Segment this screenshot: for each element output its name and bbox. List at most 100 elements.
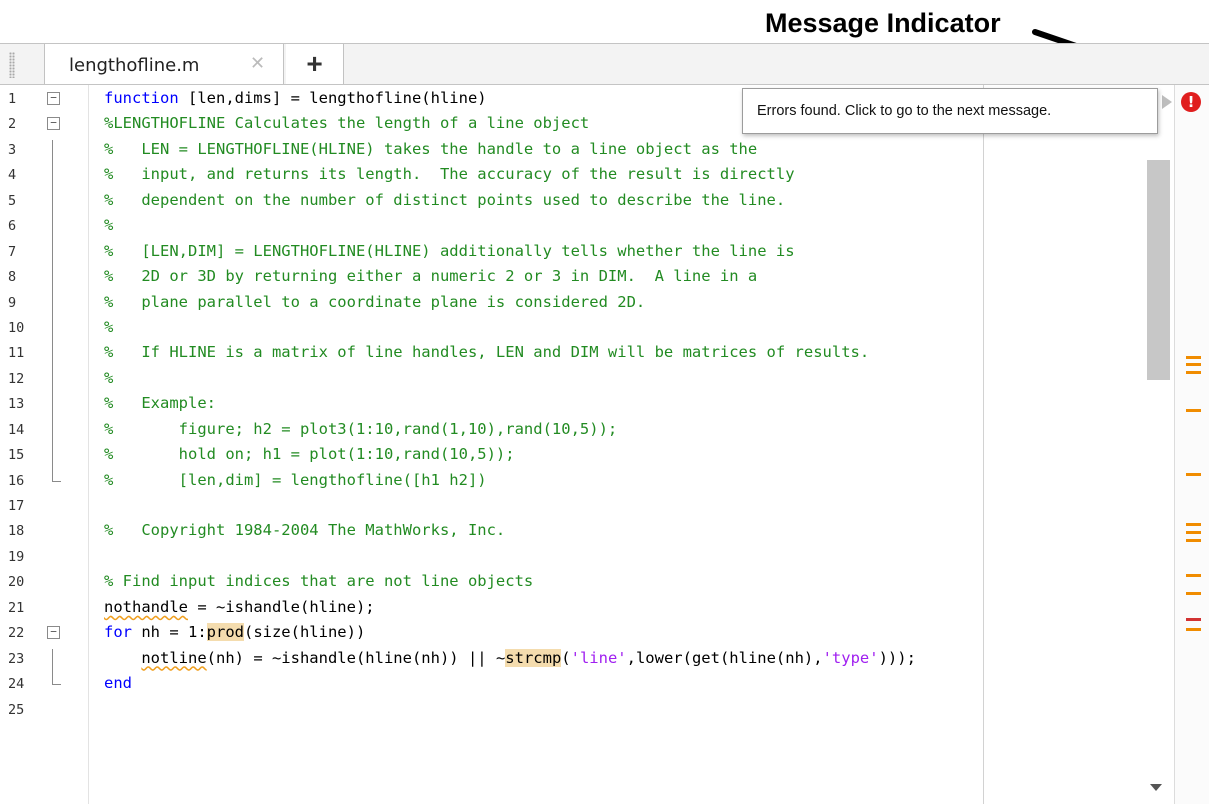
code-text: %	[104, 317, 114, 336]
line-number: 20	[8, 574, 25, 591]
code-line: 14 % figure; h2 = plot3(1:10,rand(1,10),r…	[0, 419, 1140, 446]
code-line: 7 % [LEN,DIM] = LENGTHOFLINE(HLINE) addit…	[0, 241, 1140, 268]
code-token: (	[561, 648, 571, 667]
fold-guide	[52, 419, 53, 446]
code-line: 16 % [len,dim] = lengthofline([h1 h2])	[0, 470, 1140, 496]
line-number: 8	[8, 269, 17, 286]
message-indicator-annotation: Message Indicator	[765, 8, 1001, 38]
editor-tabstrip: lengthofline.m ✕ +	[0, 43, 1209, 86]
fold-guide	[52, 343, 53, 369]
fold-toggle-icon[interactable]: −	[47, 117, 60, 131]
code-text: notline(nh) = ~ishandle(hline(nh)) || ~s…	[104, 648, 916, 667]
code-text: % Copyright 1984-2004 The MathWorks, Inc…	[104, 521, 506, 540]
warning-marker[interactable]	[1186, 523, 1201, 527]
code-token: prod	[206, 623, 244, 642]
warning-marker[interactable]	[1186, 355, 1201, 359]
tabstrip-grip-handle[interactable]	[9, 52, 15, 78]
line-number: 3	[8, 141, 17, 158]
warning-marker[interactable]	[1186, 538, 1201, 542]
line-number: 6	[8, 218, 17, 235]
warning-marker[interactable]	[1186, 592, 1201, 596]
fold-end-marker	[52, 470, 61, 482]
code-text: % dependent on the number of distinct po…	[104, 190, 786, 209]
code-text: % LEN = LENGTHOFLINE(HLINE) takes the ha…	[104, 139, 758, 158]
code-line: 6%	[0, 216, 1140, 242]
error-indicator-icon[interactable]: !	[1181, 92, 1201, 112]
code-token: ,lower(get(hline(nh),	[626, 648, 823, 667]
warning-marker[interactable]	[1186, 531, 1201, 535]
code-line: 25	[0, 700, 1140, 725]
code-line: 20 % Find input indices that are not line…	[0, 572, 1140, 597]
code-line: 5 % dependent on the number of distinct p…	[0, 190, 1140, 217]
warning-marker[interactable]	[1186, 472, 1201, 476]
line-number: 9	[8, 294, 17, 311]
warning-marker[interactable]	[1186, 574, 1201, 578]
line-number: 15	[8, 447, 25, 464]
code-text: end	[104, 674, 132, 693]
fold-guide	[52, 139, 53, 166]
code-token: (size(hline))	[243, 623, 366, 642]
code-token: )));	[878, 648, 916, 667]
code-text: % [LEN,DIM] = LENGTHOFLINE(HLINE) additi…	[104, 241, 795, 260]
fold-guide	[52, 267, 53, 293]
code-token: = ~ishandle(hline);	[188, 597, 375, 616]
scrollbar-thumb[interactable]	[1147, 160, 1170, 380]
code-line: 10%	[0, 317, 1140, 344]
line-number: 14	[8, 421, 25, 438]
line-number: 22	[8, 625, 25, 642]
fold-guide	[52, 445, 53, 471]
code-line: 19	[0, 547, 1140, 572]
code-text: % Example:	[104, 394, 216, 413]
code-text: % Find input indices that are not line o…	[104, 572, 534, 591]
line-number: 25	[8, 701, 25, 718]
code-line: 21 nothandle = ~ishandle(hline);	[0, 598, 1140, 623]
code-line: 12%	[0, 368, 1140, 395]
code-token: nothandle	[104, 597, 188, 616]
fold-guide	[52, 216, 53, 242]
line-number: 13	[8, 396, 25, 413]
code-token: strcmp	[505, 648, 562, 667]
fold-end-marker	[52, 674, 61, 686]
warning-marker[interactable]	[1186, 627, 1201, 631]
code-text: function [len,dims] = lengthofline(hline…	[104, 89, 487, 107]
fold-guide	[52, 292, 53, 318]
code-text: % input, and returns its length. The acc…	[104, 165, 795, 184]
code-line: 18 % Copyright 1984-2004 The MathWorks, I…	[0, 521, 1140, 546]
fold-guide	[52, 648, 53, 675]
warning-marker[interactable]	[1186, 408, 1201, 412]
tab-lengthofline[interactable]: lengthofline.m ✕	[44, 44, 284, 86]
line-number: 5	[8, 192, 17, 209]
message-tooltip: Errors found. Click to go to the next me…	[742, 88, 1158, 134]
line-number: 23	[8, 650, 25, 667]
code-text: for nh = 1:prod(size(hline))	[104, 623, 366, 642]
fold-toggle-icon[interactable]: −	[47, 92, 60, 105]
warning-marker[interactable]	[1186, 370, 1201, 374]
code-line: 8 % 2D or 3D by returning either a numeri…	[0, 267, 1140, 293]
keyword-token: function	[104, 89, 179, 107]
close-icon[interactable]: ✕	[250, 53, 265, 74]
line-number: 7	[8, 243, 17, 260]
warning-marker[interactable]	[1186, 363, 1201, 367]
fold-guide	[52, 190, 53, 217]
scroll-down-arrow-icon[interactable]	[1150, 784, 1162, 791]
code-text: %	[104, 216, 114, 235]
code-token: for	[104, 623, 132, 642]
code-line: 24 end	[0, 674, 1140, 699]
code-line: 3 % LEN = LENGTHOFLINE(HLINE) takes the h…	[0, 139, 1140, 166]
code-line: 17	[0, 496, 1140, 521]
code-text: % 2D or 3D by returning either a numeric…	[104, 267, 758, 286]
line-number: 21	[8, 599, 25, 616]
tooltip-caret-icon	[1162, 95, 1172, 109]
code-text: % [len,dim] = lengthofline([h1 h2])	[104, 470, 487, 489]
line-number: 12	[8, 370, 25, 387]
code-lines: 1 − function [len,dims] = lengthofline(hli…	[0, 89, 1140, 725]
error-marker[interactable]	[1186, 617, 1201, 621]
fold-toggle-icon[interactable]: −	[47, 626, 60, 640]
code-token: notline	[141, 648, 207, 667]
code-line: 13 % Example:	[0, 394, 1140, 420]
code-line: 23 notline(nh) = ~ishandle(hline(nh)) ||…	[0, 648, 1140, 675]
tab-label: lengthofline.m	[69, 55, 200, 76]
new-tab-button[interactable]: +	[286, 44, 344, 86]
code-editor[interactable]: 1 − function [len,dims] = lengthofline(hli…	[0, 85, 1209, 804]
code-text: % hold on; h1 = plot(1:10,rand(10,5));	[104, 445, 515, 464]
